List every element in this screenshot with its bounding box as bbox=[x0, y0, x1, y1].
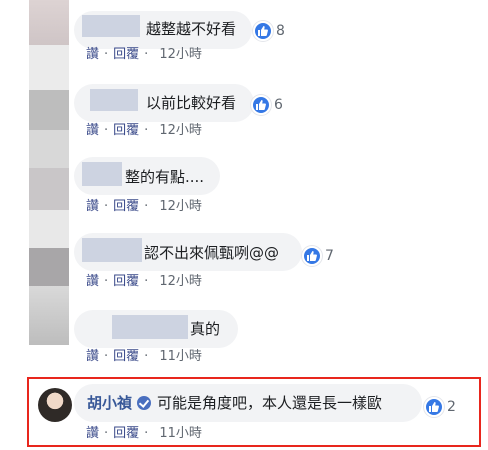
redacted-name bbox=[82, 162, 122, 186]
like-link[interactable]: 讚 bbox=[86, 47, 99, 62]
timestamp[interactable]: 12小時 bbox=[159, 199, 202, 214]
avatar bbox=[29, 286, 69, 345]
comment-actions: 讚 · 回覆 · 12小時 bbox=[86, 123, 202, 139]
separator: · bbox=[104, 274, 109, 289]
like-link[interactable]: 讚 bbox=[86, 274, 99, 289]
redacted-name bbox=[82, 238, 142, 262]
comment-text: 越整越不好看 bbox=[146, 20, 237, 38]
thumbs-up-icon bbox=[302, 246, 322, 266]
like-link[interactable]: 讚 bbox=[86, 199, 99, 214]
like-link[interactable]: 讚 bbox=[86, 349, 99, 364]
separator: · bbox=[104, 199, 109, 214]
avatar[interactable] bbox=[38, 388, 72, 422]
comment-actions: 讚 · 回覆 · 12小時 bbox=[86, 47, 202, 63]
thumbs-up-icon bbox=[253, 21, 273, 41]
comment-text: 以前比較好看 bbox=[146, 94, 237, 112]
reply-link[interactable]: 回覆 bbox=[113, 123, 139, 138]
avatar bbox=[29, 90, 69, 130]
comment-actions: 讚 · 回覆 · 12小時 bbox=[86, 274, 202, 290]
reaction-badge[interactable]: 8 bbox=[253, 21, 285, 41]
avatar bbox=[29, 248, 69, 286]
reaction-badge[interactable]: 2 bbox=[424, 397, 456, 417]
comment-actions: 讚 · 回覆 · 11小時 bbox=[86, 426, 202, 442]
timestamp[interactable]: 11小時 bbox=[159, 426, 202, 441]
blurred-avatars bbox=[29, 0, 69, 345]
comment-text: 真的 bbox=[190, 320, 221, 338]
separator: · bbox=[144, 426, 149, 441]
reaction-count: 7 bbox=[325, 248, 334, 264]
reaction-badge[interactable]: 6 bbox=[251, 95, 283, 115]
timestamp[interactable]: 12小時 bbox=[159, 274, 202, 289]
thumbs-up-icon bbox=[251, 95, 271, 115]
separator: · bbox=[104, 426, 109, 441]
like-link[interactable]: 讚 bbox=[86, 123, 99, 138]
reaction-count: 2 bbox=[447, 399, 456, 415]
reaction-count: 8 bbox=[276, 23, 285, 39]
comment-author[interactable]: 胡小禎 bbox=[87, 394, 132, 412]
separator: · bbox=[104, 349, 109, 364]
separator: · bbox=[144, 274, 149, 289]
reaction-badge[interactable]: 7 bbox=[302, 246, 334, 266]
redacted-name bbox=[82, 15, 140, 37]
avatar bbox=[29, 168, 69, 210]
avatar bbox=[29, 130, 69, 168]
separator: · bbox=[144, 199, 149, 214]
comment-content: 胡小禎 可能是角度吧，本人還是長一樣歐 bbox=[87, 393, 382, 413]
verified-badge-icon bbox=[137, 396, 152, 410]
avatar bbox=[29, 45, 69, 90]
separator: · bbox=[144, 123, 149, 138]
like-link[interactable]: 讚 bbox=[86, 426, 99, 441]
comment-text: 認不出來佩甄咧@@ bbox=[144, 244, 280, 262]
separator: · bbox=[144, 47, 149, 62]
reply-link[interactable]: 回覆 bbox=[113, 274, 139, 289]
reaction-count: 6 bbox=[274, 97, 283, 113]
separator: · bbox=[104, 47, 109, 62]
avatar bbox=[29, 0, 69, 45]
thumbs-up-icon bbox=[424, 397, 444, 417]
reply-link[interactable]: 回覆 bbox=[113, 47, 139, 62]
comment-text: 可能是角度吧，本人還是長一樣歐 bbox=[157, 394, 383, 412]
redacted-name bbox=[90, 89, 138, 111]
avatar bbox=[29, 210, 69, 248]
reply-link[interactable]: 回覆 bbox=[113, 199, 139, 214]
redacted-name bbox=[112, 315, 188, 339]
timestamp[interactable]: 12小時 bbox=[159, 47, 202, 62]
timestamp[interactable]: 12小時 bbox=[159, 123, 202, 138]
separator: · bbox=[144, 349, 149, 364]
comment-text: 整的有點.... bbox=[125, 168, 205, 186]
timestamp[interactable]: 11小時 bbox=[159, 349, 202, 364]
reply-link[interactable]: 回覆 bbox=[113, 349, 139, 364]
reply-link[interactable]: 回覆 bbox=[113, 426, 139, 441]
comment-actions: 讚 · 回覆 · 11小時 bbox=[86, 349, 202, 365]
comment-actions: 讚 · 回覆 · 12小時 bbox=[86, 199, 202, 215]
separator: · bbox=[104, 123, 109, 138]
